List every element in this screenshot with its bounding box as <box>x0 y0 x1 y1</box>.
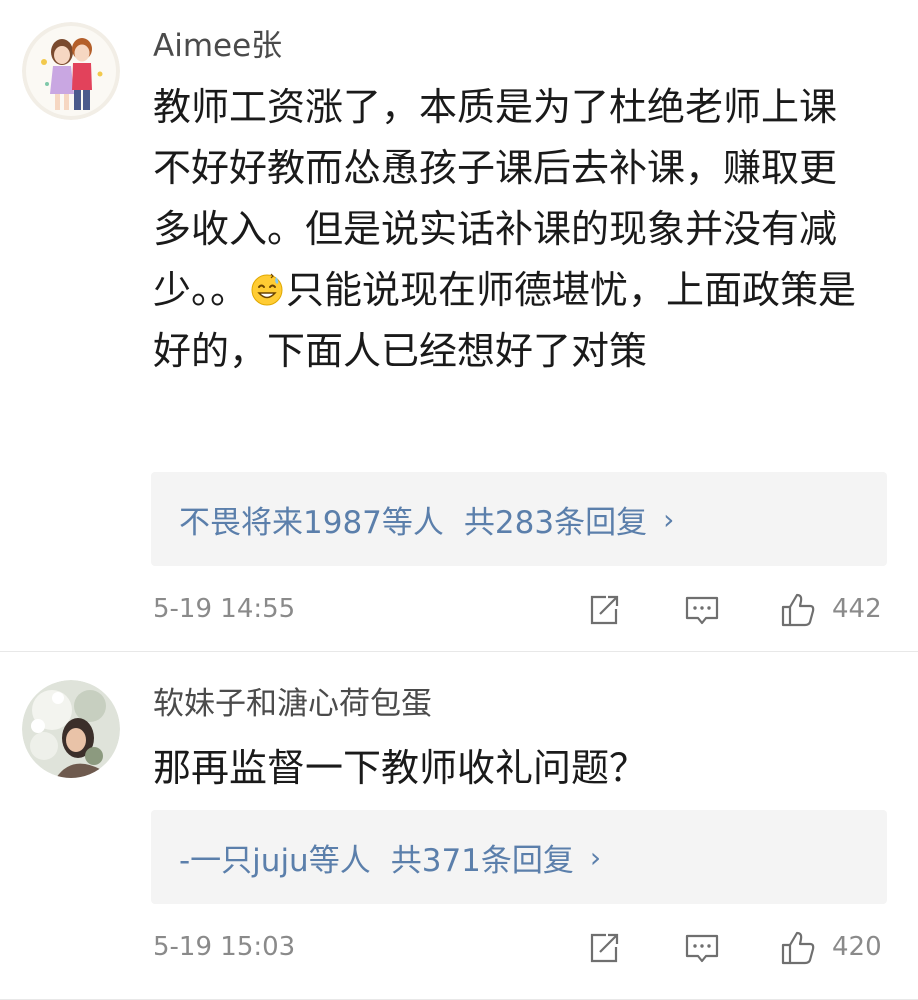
chevron-right-icon: › <box>589 840 602 874</box>
replies-summary-button[interactable]: -一只juju等人 共371条回复 › <box>151 810 887 904</box>
comment-icon[interactable] <box>682 928 722 968</box>
comment-text: 那再监督一下教师收礼问题？ <box>153 746 648 790</box>
avatar[interactable] <box>22 680 120 778</box>
comment-meta-bar: 5-19 15:03 420 <box>0 924 918 974</box>
share-icon[interactable] <box>584 590 624 630</box>
timestamp: 5-19 15:03 <box>153 932 296 962</box>
like-count: 442 <box>832 594 882 624</box>
reply-users: 不畏将来1987等人 <box>179 504 444 541</box>
thumbs-up-icon[interactable] <box>778 928 818 968</box>
sweat-smile-emoji-icon <box>251 273 283 306</box>
comment-icon[interactable] <box>682 590 722 630</box>
replies-summary-button[interactable]: 不畏将来1987等人 共283条回复 › <box>151 472 887 566</box>
share-icon[interactable] <box>584 928 624 968</box>
reply-count: 共283条回复 <box>463 504 648 541</box>
thumbs-up-icon[interactable] <box>778 590 818 630</box>
username[interactable]: Aimee张 <box>153 26 282 66</box>
chevron-right-icon: › <box>663 502 675 536</box>
timestamp: 5-19 14:55 <box>153 594 296 624</box>
comment-meta-bar: 5-19 14:55 442 <box>0 586 918 636</box>
comment-item: 软妹子和溏心荷包蛋 那再监督一下教师收礼问题？ -一只juju等人 共371条回… <box>0 652 918 1000</box>
username[interactable]: 软妹子和溏心荷包蛋 <box>153 684 432 724</box>
like-count: 420 <box>832 932 882 962</box>
comment-text: 教师工资涨了，本质是为了杜绝老师上课不好好教而怂恿孩子课后去补课，赚取更多收入。… <box>153 77 873 382</box>
avatar[interactable] <box>22 22 120 120</box>
reply-users: -一只juju等人 <box>179 842 371 879</box>
comment-item: Aimee张 教师工资涨了，本质是为了杜绝老师上课不好好教而怂恿孩子课后去补课，… <box>0 0 918 652</box>
reply-count: 共371条回复 <box>390 842 574 879</box>
